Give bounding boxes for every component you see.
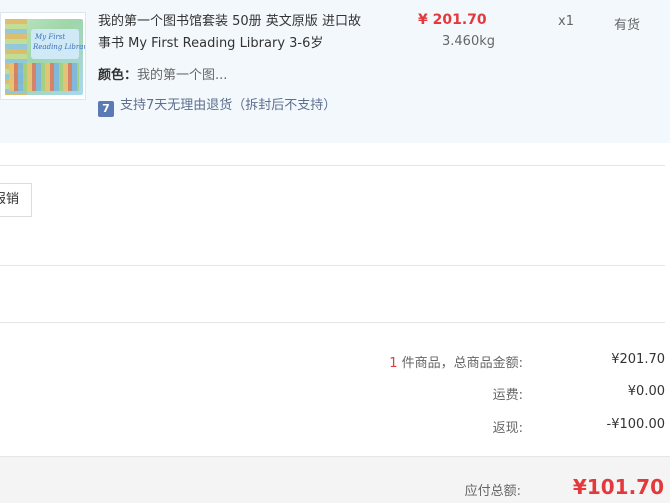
subtotal-value: ¥201.70	[611, 352, 665, 367]
rebate-value: -¥100.00	[606, 417, 665, 432]
item-quantity: x1	[558, 14, 574, 29]
shipping-value: ¥0.00	[627, 384, 665, 399]
product-name-link[interactable]: 我的第一个图书馆套装 50册 英文原版 进口故 事书 My First Read…	[98, 11, 383, 55]
invoice-reimburse-button[interactable]: 报销	[0, 183, 32, 217]
box-book-grid	[9, 63, 79, 91]
total-value: ¥101.70	[572, 475, 664, 499]
return-policy: 7 支持7天无理由退货（拆封后不支持）	[98, 94, 336, 117]
shipping-label: 运费:	[492, 388, 523, 403]
color-attribute: 颜色：我的第一个图...	[98, 64, 227, 83]
total-label: 应付总额:	[464, 484, 521, 499]
color-value: 我的第一个图...	[137, 68, 228, 83]
divider	[0, 265, 665, 266]
product-name-line2[interactable]: 事书 My First Reading Library 3-6岁	[98, 33, 383, 55]
color-label: 颜色：	[98, 68, 138, 83]
return-policy-text: 支持7天无理由退货（拆封后不支持）	[120, 98, 337, 113]
item-count-label: 1 件商品，总商品金额:	[389, 352, 523, 371]
book-box-image: My First Reading Library	[5, 19, 86, 95]
cart-item: My First Reading Library 我的第一个图书馆套装 50册 …	[0, 0, 670, 143]
seven-day-return-icon: 7	[98, 101, 114, 117]
product-thumbnail[interactable]: My First Reading Library	[0, 12, 86, 100]
product-name-line1[interactable]: 我的第一个图书馆套装 50册 英文原版 进口故	[98, 11, 383, 33]
item-count-suffix: 件商品，总商品金额:	[397, 356, 523, 371]
unit-price: ¥ 201.70	[418, 12, 487, 28]
item-weight: 3.460kg	[442, 34, 495, 49]
stock-status: 有货	[614, 18, 641, 33]
rebate-label: 返现:	[492, 421, 523, 436]
divider	[0, 322, 665, 323]
box-title-line2: Reading Library	[33, 43, 86, 51]
divider	[0, 165, 665, 166]
total-bar: 应付总额: ¥101.70	[0, 456, 670, 503]
box-title-line1: My First	[35, 33, 66, 41]
